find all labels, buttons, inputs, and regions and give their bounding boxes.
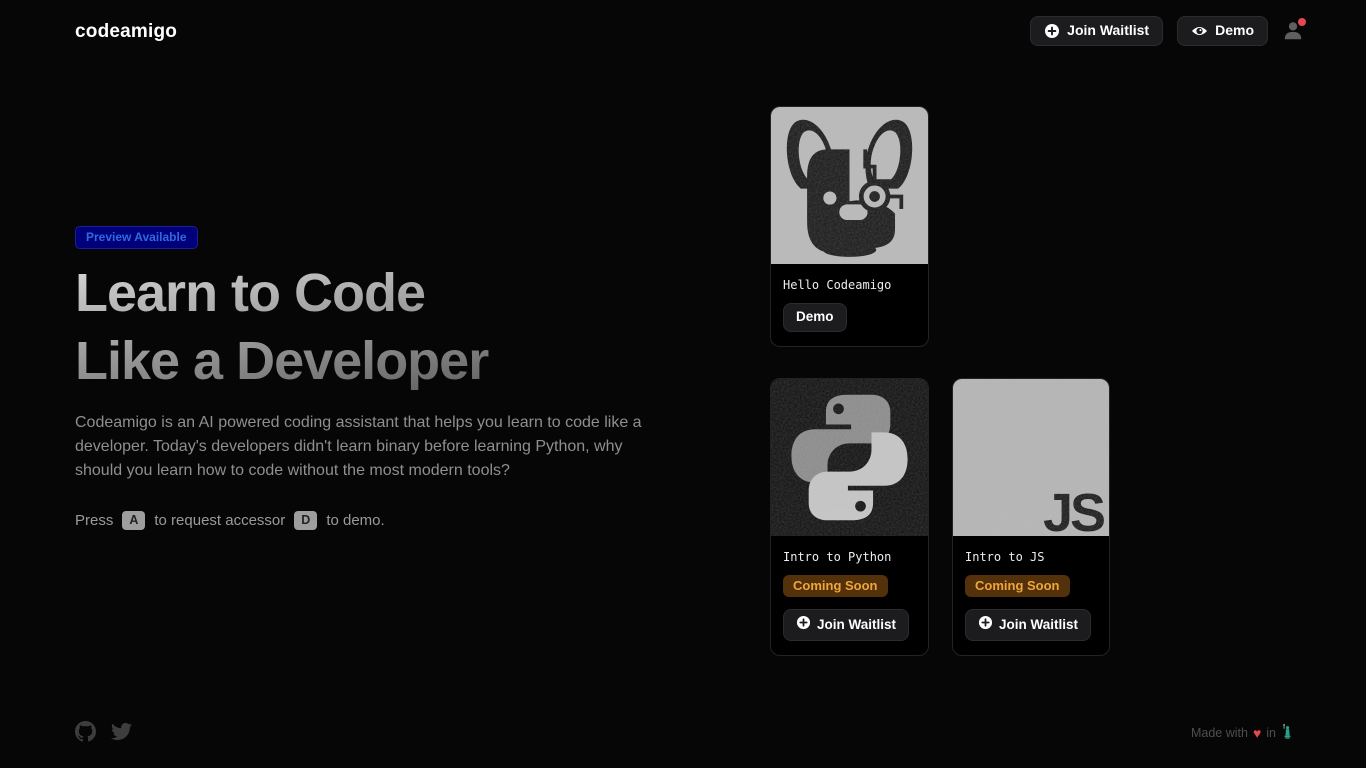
- key-d[interactable]: D: [294, 511, 317, 530]
- github-icon: [75, 729, 96, 746]
- twitter-link[interactable]: [111, 721, 132, 747]
- hero-section: Preview Available Learn to Code Like a D…: [75, 226, 675, 530]
- eye-icon: [1191, 24, 1208, 38]
- lesson-cards: Hello Codeamigo Demo: [770, 106, 1110, 656]
- nav-actions: Join Waitlist Demo: [1030, 16, 1304, 46]
- plus-circle-icon: [978, 615, 993, 634]
- card-join-waitlist-button[interactable]: Join Waitlist: [965, 609, 1091, 641]
- press-suffix: to demo.: [326, 512, 384, 529]
- js-logo: JS: [953, 379, 1109, 536]
- codeamigo-dog-logo: [771, 107, 928, 264]
- python-logo: [771, 379, 928, 536]
- plus-circle-icon: [1044, 23, 1060, 39]
- plus-circle-icon: [796, 615, 811, 634]
- join-waitlist-label: Join Waitlist: [1067, 23, 1149, 38]
- key-a[interactable]: A: [122, 511, 145, 530]
- card-intro-to-js: JS Intro to JS Coming Soon Join Waitlist: [952, 378, 1110, 656]
- card-demo-label: Demo: [796, 309, 834, 325]
- made-with-note: Made with ♥ in: [1191, 724, 1293, 742]
- card-body: Intro to JS Coming Soon Join Waitlist: [953, 536, 1109, 655]
- user-avatar[interactable]: [1282, 20, 1304, 42]
- card-demo-button[interactable]: Demo: [783, 303, 847, 332]
- hero-description: Codeamigo is an AI powered coding assist…: [75, 411, 660, 483]
- card-join-waitlist-label: Join Waitlist: [817, 617, 896, 633]
- social-links: [75, 721, 132, 747]
- github-link[interactable]: [75, 721, 96, 747]
- user-silhouette-icon: [1282, 29, 1304, 46]
- join-waitlist-button[interactable]: Join Waitlist: [1030, 16, 1163, 46]
- keyboard-hint: Press A to request accessor D to demo.: [75, 511, 675, 530]
- title-line-1: Learn to Code: [75, 259, 675, 327]
- demo-button[interactable]: Demo: [1177, 16, 1268, 45]
- card-join-waitlist-label: Join Waitlist: [999, 617, 1078, 633]
- card-body: Hello Codeamigo Demo: [771, 264, 928, 346]
- page-title: Learn to Code Like a Developer: [75, 259, 675, 395]
- card-title: Intro to Python: [783, 550, 916, 564]
- js-logo-text: JS: [1043, 482, 1103, 536]
- press-prefix: Press: [75, 512, 113, 529]
- card-join-waitlist-button[interactable]: Join Waitlist: [783, 609, 909, 641]
- card-intro-to-python: Intro to Python Coming Soon Join Waitlis…: [770, 378, 929, 656]
- preview-available-badge: Preview Available: [75, 226, 198, 249]
- header: codeamigo Join Waitlist Demo: [0, 0, 1366, 64]
- made-with-middle: in: [1266, 726, 1276, 740]
- card-body: Intro to Python Coming Soon Join Waitlis…: [771, 536, 928, 655]
- made-with-prefix: Made with: [1191, 726, 1248, 740]
- heart-icon: ♥: [1253, 726, 1261, 740]
- twitter-icon: [111, 729, 132, 746]
- card-title: Hello Codeamigo: [783, 278, 916, 292]
- brand-logo[interactable]: codeamigo: [75, 21, 177, 43]
- coming-soon-badge: Coming Soon: [965, 575, 1070, 597]
- demo-label: Demo: [1215, 23, 1254, 38]
- title-line-2: Like a Developer: [75, 327, 675, 395]
- notification-dot: [1298, 18, 1306, 26]
- statue-of-liberty-icon: [1281, 724, 1293, 742]
- press-middle: to request accessor: [154, 512, 285, 529]
- coming-soon-badge: Coming Soon: [783, 575, 888, 597]
- card-title: Intro to JS: [965, 550, 1097, 564]
- page: codeamigo Join Waitlist Demo: [0, 0, 1366, 768]
- card-hello-codeamigo: Hello Codeamigo Demo: [770, 106, 929, 347]
